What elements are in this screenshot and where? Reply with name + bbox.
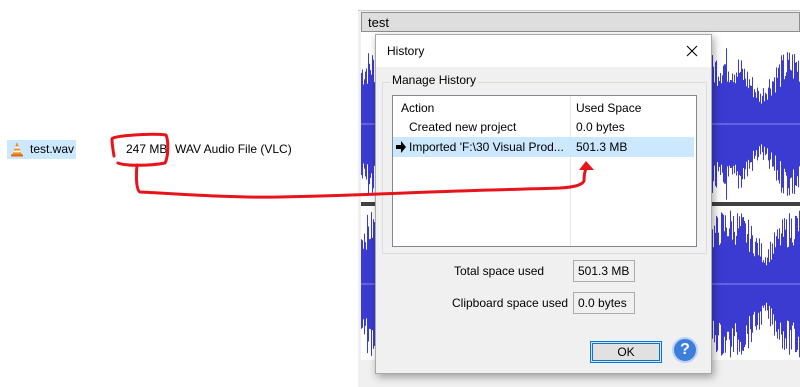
ok-button[interactable]: OK xyxy=(590,341,662,363)
track-name: test xyxy=(368,15,389,30)
ok-label: OK xyxy=(617,345,635,359)
vlc-cone-icon xyxy=(11,142,23,157)
current-state-arrow-icon xyxy=(396,141,406,153)
close-button[interactable] xyxy=(678,39,706,63)
history-row-imported[interactable]: Imported 'F:\30 Visual Prod... 501.3 MB xyxy=(393,137,694,157)
dialog-title-bar[interactable]: History xyxy=(376,35,711,67)
history-action: Created new project xyxy=(409,120,517,134)
history-row-created[interactable]: Created new project 0.0 bytes xyxy=(393,117,694,137)
clipboard-space-value: 0.0 bytes xyxy=(573,292,635,314)
total-space-label: Total space used xyxy=(454,264,545,278)
history-dialog: History Manage History Action Used Space… xyxy=(375,34,712,374)
dialog-title: History xyxy=(387,44,425,58)
help-button[interactable]: ? xyxy=(672,337,698,363)
file-name[interactable]: test.wav xyxy=(30,142,74,156)
audacity-toolbar-strip xyxy=(358,0,800,11)
close-icon xyxy=(686,45,698,57)
help-icon: ? xyxy=(680,341,690,358)
track-title-bar[interactable]: test xyxy=(361,12,800,32)
file-size: 247 MB xyxy=(126,142,168,156)
history-space: 501.3 MB xyxy=(576,140,628,154)
file-list-row[interactable]: test.wav 247 MB WAV Audio File (VLC) xyxy=(7,139,307,161)
manage-history-label: Manage History xyxy=(390,73,479,87)
file-type: WAV Audio File (VLC) xyxy=(175,142,292,156)
history-space: 0.0 bytes xyxy=(576,120,625,134)
history-action: Imported 'F:\30 Visual Prod... xyxy=(409,140,564,154)
clipboard-space-label: Clipboard space used xyxy=(452,296,569,310)
total-space-value: 501.3 MB xyxy=(573,260,635,282)
